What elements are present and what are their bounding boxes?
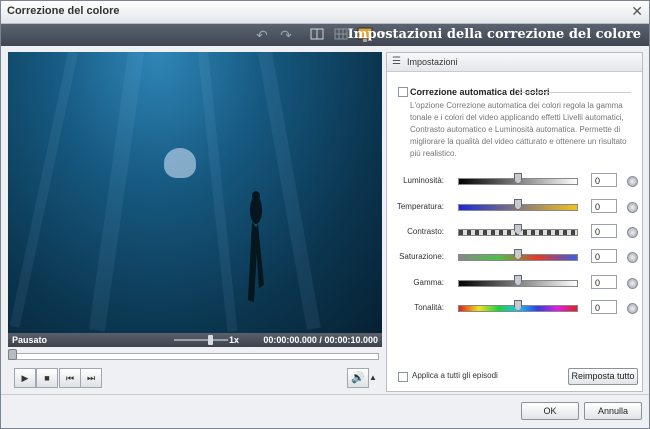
prev-icon: ⏮ — [65, 373, 75, 383]
next-icon: ⏭ — [86, 373, 96, 383]
speed-slider-thumb[interactable] — [208, 335, 213, 345]
next-button[interactable]: ⏭ — [80, 368, 102, 388]
reset-icon[interactable] — [627, 303, 638, 314]
slider-value-input[interactable]: 0 — [591, 199, 617, 213]
settings-panel: ☰ Impostazioni Correzione automatica dei… — [386, 52, 643, 392]
apply-all-label: Applica a tutti gli episodi — [412, 371, 498, 380]
slider-label: Temperatura: — [396, 202, 444, 211]
slider-row: Contrasto: 0 — [387, 224, 642, 240]
panel-tab-label: Impostazioni — [407, 57, 458, 67]
slider-label: Saturazione: — [399, 252, 444, 261]
close-icon[interactable]: ✕ — [631, 3, 643, 20]
auto-correction-description: L'opzione Correzione automatica dei colo… — [410, 101, 627, 158]
time-separator: / — [319, 335, 322, 345]
slider-value-input[interactable]: 0 — [591, 275, 617, 289]
reset-icon[interactable] — [627, 278, 638, 289]
dialog-window: Correzione del colore ✕ ↶ ↷ ▼ Impostazio… — [0, 0, 650, 429]
speed-value: 1x — [229, 335, 240, 345]
apply-all-checkbox[interactable] — [398, 372, 408, 382]
slider-label: Contrasto: — [407, 227, 444, 236]
reset-icon[interactable] — [627, 176, 638, 187]
slider-row: Gamma: 0 — [387, 275, 642, 291]
reset-icon[interactable] — [627, 252, 638, 263]
slider-row: Luminosità: 0 — [387, 173, 642, 189]
seek-bar[interactable] — [8, 353, 379, 360]
window-title: Correzione del colore — [7, 5, 120, 17]
volume-button[interactable]: 🔊 — [347, 368, 369, 388]
reset-icon[interactable] — [627, 202, 638, 213]
title-bar: Correzione del colore ✕ — [1, 1, 649, 24]
slider-row: Temperatura: 0 — [387, 199, 642, 215]
cancel-button[interactable]: Annulla — [584, 402, 642, 420]
toolbar: ↶ ↷ ▼ Impostazioni della correzione del … — [1, 24, 649, 46]
auto-correction-checkbox[interactable] — [398, 87, 408, 97]
speed-slider[interactable] — [174, 339, 228, 341]
slider-value-input[interactable]: 0 — [591, 173, 617, 187]
settings-icon: ☰ — [392, 56, 401, 67]
panel-tab: ☰ Impostazioni — [387, 53, 642, 72]
reset-all-button[interactable]: Reimposta tutto — [568, 368, 638, 385]
slider-label: Gamma: — [413, 278, 444, 287]
undo-icon[interactable]: ↶ — [254, 27, 270, 43]
redo-icon[interactable]: ↷ — [278, 27, 294, 43]
reset-icon[interactable] — [627, 227, 638, 238]
time-current: 00:00:00.000 — [263, 335, 317, 345]
slider-label: Luminosità: — [403, 176, 444, 185]
play-icon: ▶ — [21, 373, 29, 383]
time-total: 00:00:10.000 — [324, 335, 378, 345]
time-readout: 00:00:00.000 / 00:00:10.000 — [263, 335, 378, 345]
jellyfish-image — [164, 148, 196, 178]
split-view-icon[interactable] — [309, 27, 325, 43]
grid-view-icon[interactable] — [333, 27, 349, 43]
volume-icon: 🔊 — [351, 372, 365, 384]
player-status-bar: Pausato 1x 00:00:00.000 / 00:00:10.000 — [8, 333, 382, 347]
slider-row: Saturazione: 0 — [387, 249, 642, 265]
slider-value-input[interactable]: 0 — [591, 224, 617, 238]
video-preview — [8, 52, 382, 333]
stop-icon: ■ — [44, 373, 50, 383]
playback-status: Pausato — [12, 335, 48, 345]
section-divider — [518, 92, 631, 93]
slider-value-input[interactable]: 0 — [591, 249, 617, 263]
previous-button[interactable]: ⏮ — [59, 368, 81, 388]
volume-menu-arrow-icon[interactable]: ▲ — [369, 373, 377, 382]
slider-value-input[interactable]: 0 — [591, 300, 617, 314]
ok-button[interactable]: OK — [521, 402, 579, 420]
slider-row: Tonalità: 0 — [387, 300, 642, 316]
seek-thumb[interactable] — [8, 349, 17, 360]
panel-heading: Impostazioni della correzione del colore — [347, 27, 641, 42]
play-button[interactable]: ▶ — [14, 368, 36, 388]
stop-button[interactable]: ■ — [36, 368, 58, 388]
diver-image — [248, 191, 264, 302]
slider-label: Tonalità: — [414, 303, 444, 312]
footer-divider — [1, 394, 649, 395]
